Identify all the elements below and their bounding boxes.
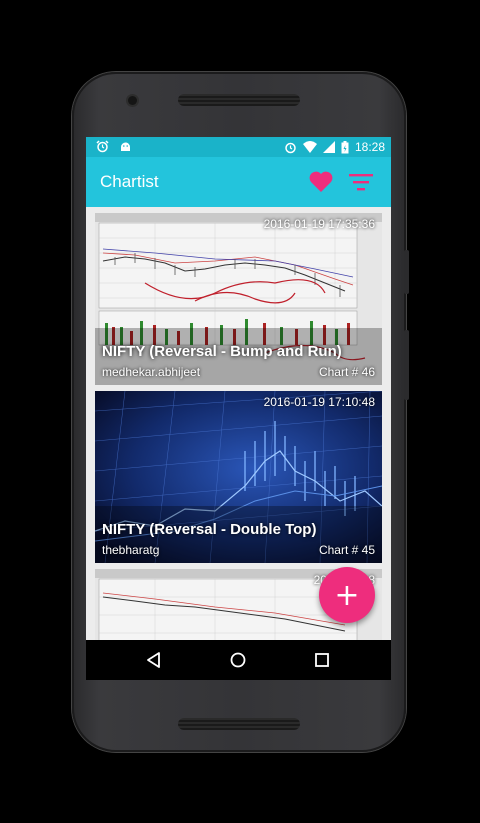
power-button [404,250,409,294]
android-icon [121,142,130,151]
card-chart-number: Chart # 46 [318,365,375,379]
card-author: thebharatg [102,543,160,557]
card-title: NIFTY (Reversal - Bump and Run) [102,343,342,360]
card-timestamp: 2016-01-19 17:35:36 [263,217,375,231]
chart-card[interactable]: 2016-01-19 17:10:48 NIFTY (Reversal - Do… [95,391,382,563]
navigation-bar [86,640,391,680]
card-author: medhekar.abhijeet [102,365,201,379]
screen: 18:28 Chartist 2016-01-19 17:35:36 NIFTY… [86,137,391,680]
heart-icon[interactable] [308,169,334,195]
status-bar: 18:28 [86,137,391,157]
status-time: 18:28 [354,140,385,154]
top-speaker [178,94,300,106]
alarm-icon [285,142,296,153]
recents-icon[interactable] [312,650,332,670]
add-chart-button[interactable]: + [319,567,375,623]
filter-icon[interactable] [349,171,373,193]
app-title: Chartist [100,172,159,191]
app-toolbar: Chartist [86,157,391,207]
card-title: NIFTY (Reversal - Double Top) [102,521,317,538]
volume-button [404,330,409,400]
front-camera [128,96,137,105]
chart-card[interactable]: 2016-01-19 17:35:36 NIFTY (Reversal - Bu… [95,213,382,385]
bottom-speaker [178,718,300,730]
wifi-icon [302,141,317,153]
signal-icon [322,141,335,153]
alarm-icon [96,140,109,153]
battery-icon [341,140,349,153]
home-icon[interactable] [228,650,248,670]
card-chart-number: Chart # 45 [318,543,375,557]
back-icon[interactable] [144,650,164,670]
card-timestamp: 2016-01-19 17:10:48 [263,395,375,409]
